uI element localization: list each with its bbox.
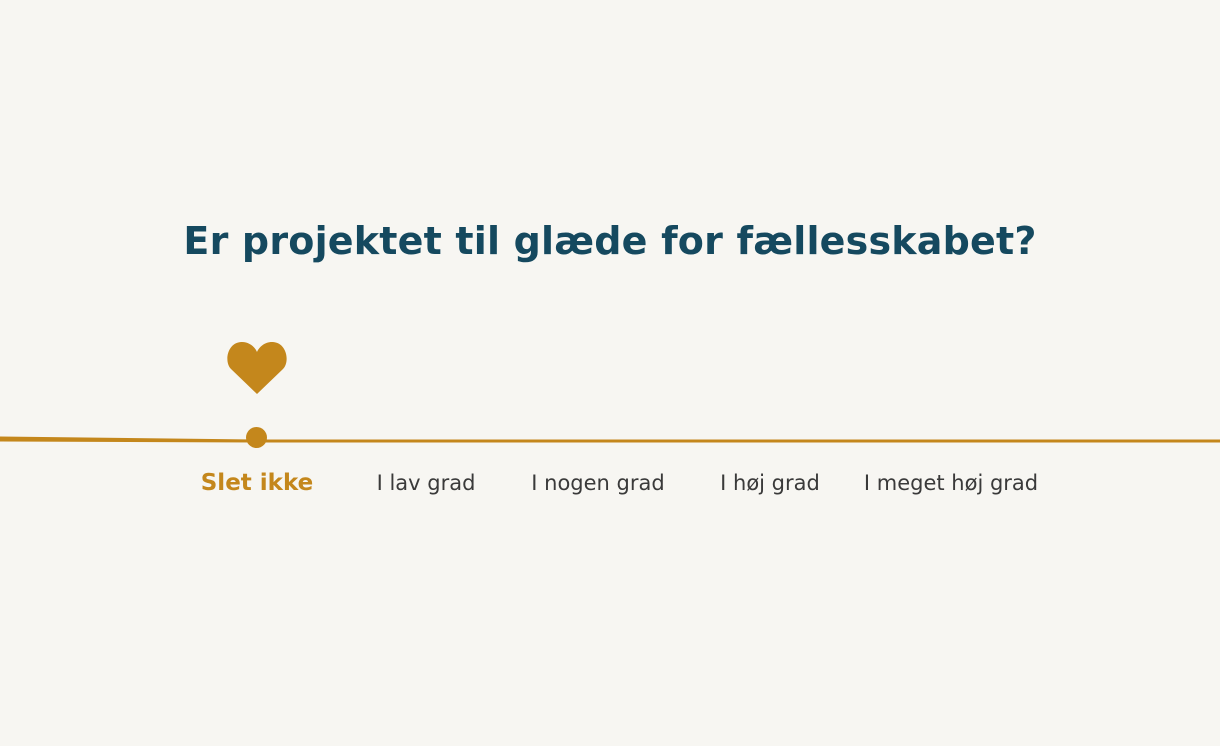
rating-scale[interactable]: Slet ikke I lav grad I nogen grad I høj … xyxy=(0,330,1220,530)
scale-option-slet-ikke[interactable]: Slet ikke xyxy=(201,468,314,498)
scale-option-i-lav-grad[interactable]: I lav grad xyxy=(377,468,476,498)
heart-icon[interactable] xyxy=(227,340,287,395)
scale-track[interactable] xyxy=(0,330,1220,450)
scale-option-i-meget-hoej-grad[interactable]: I meget høj grad xyxy=(864,468,1038,498)
scale-option-i-nogen-grad[interactable]: I nogen grad xyxy=(531,468,664,498)
question-title: Er projektet til glæde for fællesskabet? xyxy=(183,219,1037,263)
slider-handle[interactable] xyxy=(246,427,267,448)
scale-option-i-hoej-grad[interactable]: I høj grad xyxy=(720,468,820,498)
